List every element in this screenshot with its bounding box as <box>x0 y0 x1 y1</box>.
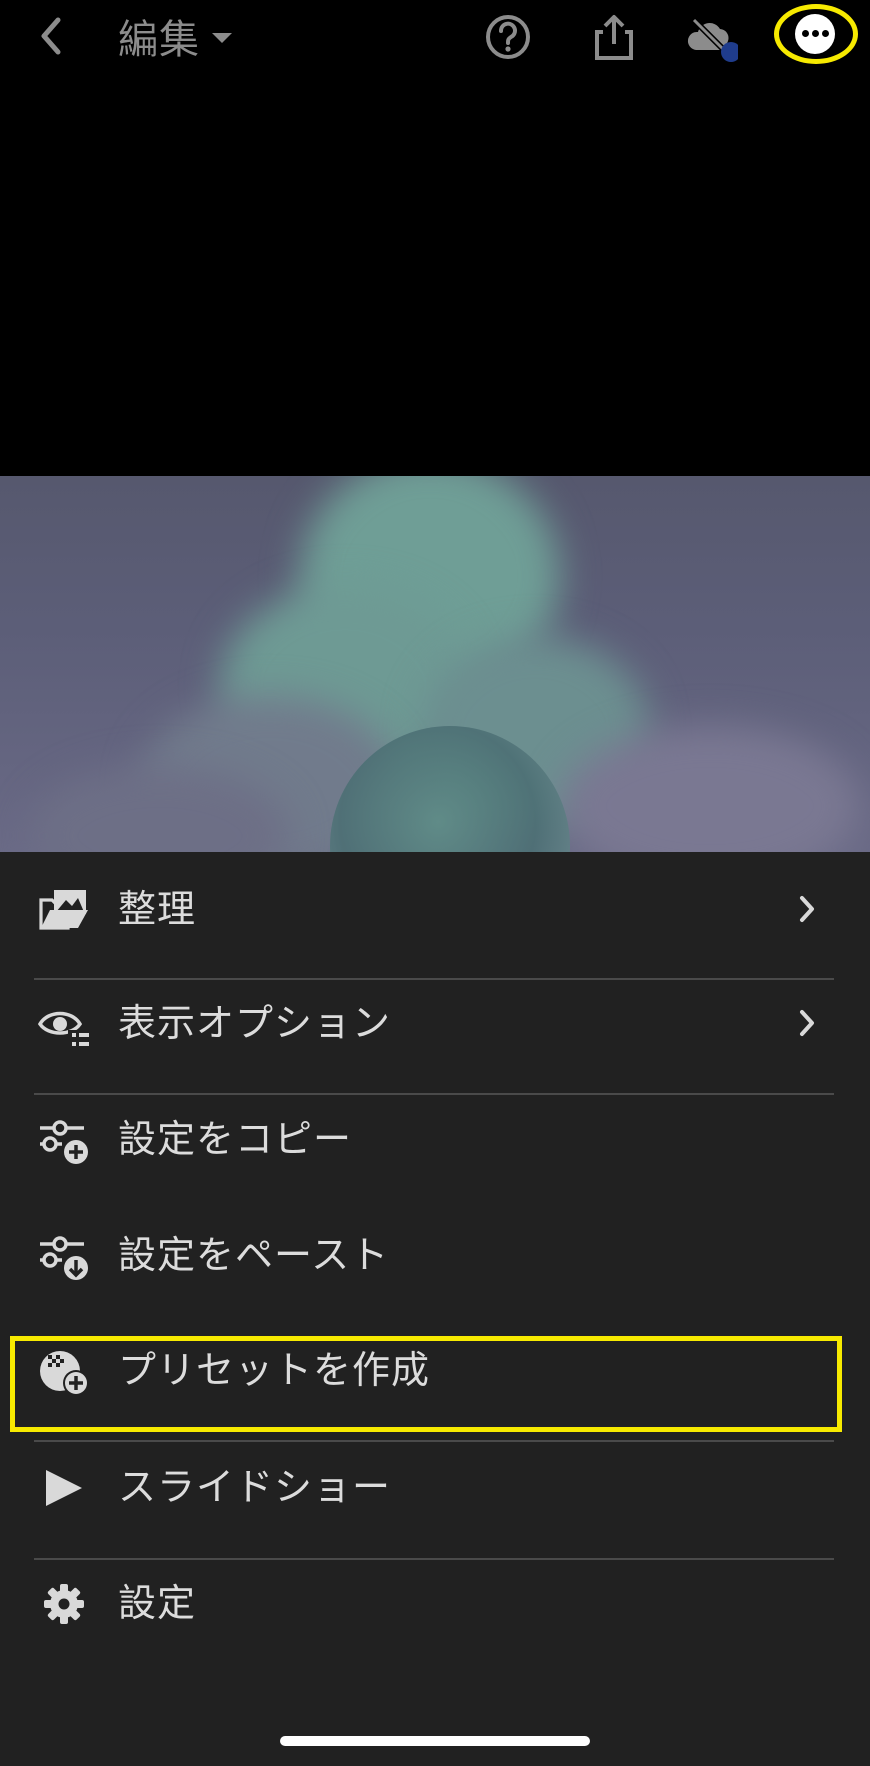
menu-item-paste-settings[interactable]: 設定をペースト <box>0 1198 870 1312</box>
menu-item-label: 整理 <box>118 887 197 931</box>
caret-down-icon <box>212 33 232 43</box>
organize-folder-icon <box>39 890 88 930</box>
back-chevron-icon[interactable] <box>34 14 70 58</box>
menu-item-organize[interactable]: 整理 <box>0 852 870 966</box>
edit-mode-dropdown[interactable]: 編集 <box>118 8 232 64</box>
menu-item-label: 設定をペースト <box>118 1233 390 1277</box>
more-options-icon <box>795 14 835 54</box>
gear-icon <box>44 1584 84 1624</box>
share-icon[interactable] <box>587 10 641 64</box>
menu-item-copy-settings[interactable]: 設定をコピー <box>0 1082 870 1196</box>
help-icon[interactable] <box>481 10 535 64</box>
cloud-sync-icon[interactable] <box>684 10 738 64</box>
chevron-right-icon <box>800 1010 814 1036</box>
overflow-menu-sheet: 整理 表示オプション 設定をコピー 設定をペースト プリセットを作成 スライドシ… <box>0 852 870 1766</box>
view-options-icon <box>38 1011 89 1048</box>
menu-item-label: 設定をコピー <box>118 1117 353 1161</box>
menu-item-label: 表示オプション <box>118 1001 392 1045</box>
highlight-box <box>10 1336 842 1432</box>
photo-preview[interactable] <box>0 476 870 852</box>
play-icon <box>46 1470 82 1506</box>
menu-item-slideshow[interactable]: スライドショー <box>0 1430 870 1544</box>
paste-settings-icon <box>40 1236 88 1280</box>
chevron-right-icon <box>800 896 814 922</box>
menu-item-view-options[interactable]: 表示オプション <box>0 966 870 1080</box>
menu-item-settings[interactable]: 設定 <box>0 1546 870 1660</box>
page-title: 編集 <box>118 17 200 63</box>
more-options-button[interactable] <box>774 4 864 70</box>
top-bar: 編集 <box>0 0 870 72</box>
menu-item-label: スライドショー <box>118 1465 392 1509</box>
menu-item-label: 設定 <box>118 1581 197 1625</box>
copy-settings-icon <box>40 1120 88 1164</box>
home-indicator[interactable] <box>280 1736 590 1746</box>
